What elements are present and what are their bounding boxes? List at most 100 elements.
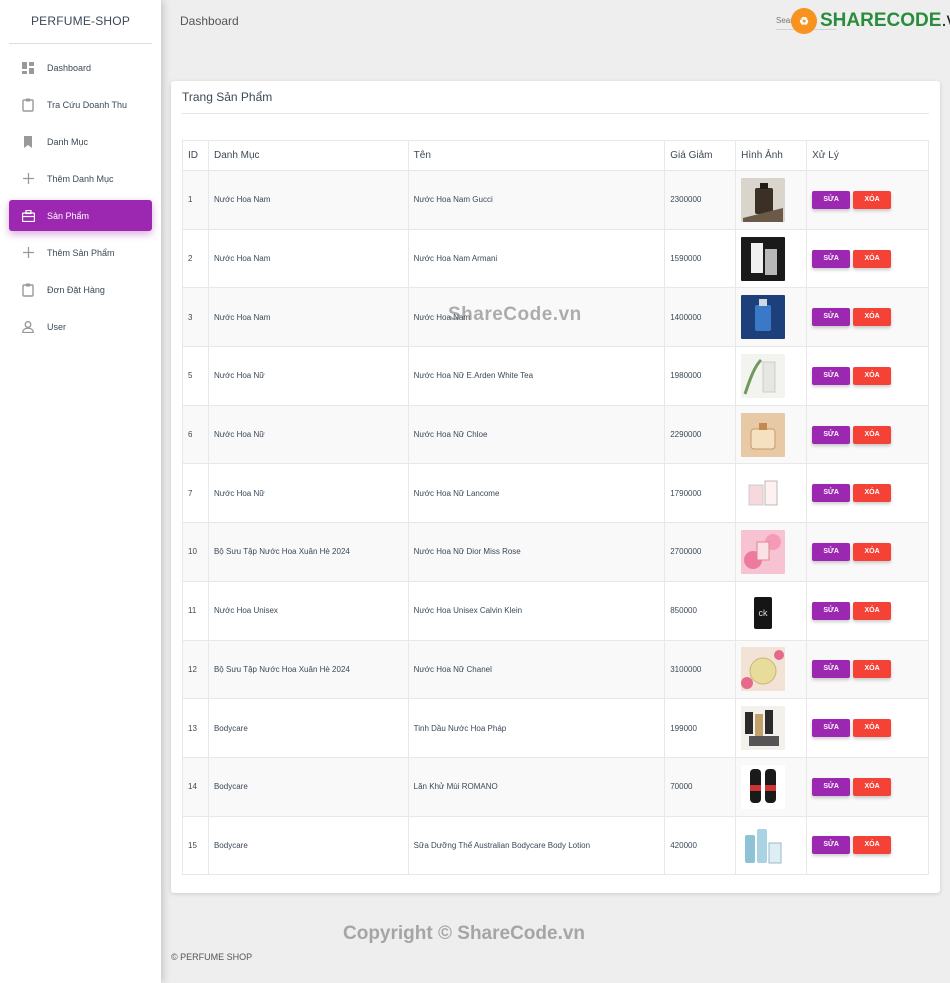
store-icon bbox=[21, 209, 35, 223]
sidebar-item-label: Danh Mục bbox=[47, 136, 89, 147]
edit-button[interactable]: SỬA bbox=[812, 308, 851, 327]
cell-action: SỬA XÓA bbox=[806, 639, 929, 700]
header-name: Tên bbox=[407, 140, 666, 171]
cell-price: 1790000 bbox=[664, 463, 737, 524]
brand-logo[interactable]: PERFUME-SHOP bbox=[9, 0, 152, 44]
header-image: Hình Ảnh bbox=[735, 140, 808, 171]
edit-button[interactable]: SỬA bbox=[812, 836, 851, 855]
sidebar-item-add-product[interactable]: Thêm Sản Phẩm bbox=[9, 237, 152, 268]
perfume-dior-image bbox=[741, 529, 786, 574]
cell-action: SỬA XÓA bbox=[806, 287, 929, 348]
cell-image bbox=[735, 639, 808, 700]
delete-button[interactable]: XÓA bbox=[853, 308, 892, 327]
cell-image bbox=[735, 756, 808, 817]
cell-id: 10 bbox=[182, 522, 209, 582]
svg-text:ck: ck bbox=[759, 608, 769, 618]
cell-name: Nước Hoa Unisex Calvin Klein bbox=[407, 580, 666, 641]
delete-button[interactable]: XÓA bbox=[853, 660, 892, 679]
cell-image bbox=[735, 228, 808, 289]
delete-button[interactable]: XÓA bbox=[853, 777, 892, 796]
cell-id: 11 bbox=[182, 580, 209, 641]
clipboard-icon bbox=[21, 98, 35, 112]
table-header-row: ID Danh Mục Tên Giá Giảm Hình Ảnh Xử Lý bbox=[182, 140, 929, 171]
edit-button[interactable]: SỬA bbox=[812, 601, 851, 620]
edit-button[interactable]: SỬA bbox=[812, 719, 851, 738]
cell-image bbox=[735, 698, 808, 758]
delete-button[interactable]: XÓA bbox=[853, 484, 892, 503]
user-icon bbox=[21, 320, 35, 334]
edit-button[interactable]: SỬA bbox=[812, 484, 851, 503]
cell-price: 1590000 bbox=[664, 228, 737, 289]
cell-image bbox=[735, 404, 808, 465]
sidebar-item-categories[interactable]: Danh Mục bbox=[9, 126, 152, 157]
watermark-logo-text: SHARECODE bbox=[820, 10, 942, 31]
perfume-white-tea-image bbox=[741, 353, 786, 398]
cell-price: 850000 bbox=[664, 580, 737, 641]
cell-price: 420000 bbox=[664, 815, 737, 876]
delete-button[interactable]: XÓA bbox=[853, 601, 892, 620]
card-title: Trang Sản Phẩm bbox=[182, 90, 273, 104]
sidebar-nav: Dashboard Tra Cứu Doanh Thu Danh Mục Thê… bbox=[0, 52, 161, 342]
table-row: 6 Nước Hoa Nữ Nước Hoa Nữ Chloe 2290000 SỬA X… bbox=[182, 404, 929, 465]
cell-price: 3100000 bbox=[664, 639, 737, 700]
table-row: 1 Nước Hoa Nam Nước Hoa Nam Gucci 2300000 SỬ… bbox=[182, 170, 929, 230]
perfume-ck-image: ck bbox=[741, 588, 786, 633]
watermark-logo-suffix: .vn bbox=[941, 10, 950, 31]
sidebar-item-products[interactable]: Sản Phẩm bbox=[9, 200, 152, 231]
cell-price: 2700000 bbox=[664, 522, 737, 582]
topbar: Dashboard ♻ SHARECODE.vn bbox=[161, 0, 950, 44]
sidebar-item-revenue[interactable]: Tra Cứu Doanh Thu bbox=[9, 89, 152, 120]
edit-button[interactable]: SỬA bbox=[812, 425, 851, 444]
delete-button[interactable]: XÓA bbox=[853, 836, 892, 855]
cell-image bbox=[735, 346, 808, 406]
cell-action: SỬA XÓA bbox=[806, 228, 929, 289]
delete-button[interactable]: XÓA bbox=[853, 425, 892, 444]
edit-button[interactable]: SỬA bbox=[812, 249, 851, 268]
delete-button[interactable]: XÓA bbox=[853, 366, 892, 385]
delete-button[interactable]: XÓA bbox=[853, 542, 892, 561]
table-row: 14 Bodycare Lăn Khử Mùi ROMANO 70000 SỬA XÓA bbox=[182, 756, 929, 817]
perfume-blue-image bbox=[741, 295, 786, 340]
delete-button[interactable]: XÓA bbox=[853, 719, 892, 738]
cell-action: SỬA XÓA bbox=[806, 522, 929, 582]
table-row: 13 Bodycare Tinh Dầu Nước Hoa Pháp 199000 SỬ… bbox=[182, 698, 929, 758]
cell-category: Nước Hoa Nữ bbox=[207, 404, 409, 465]
breadcrumb[interactable]: Dashboard bbox=[180, 14, 239, 28]
sidebar-item-user[interactable]: User bbox=[9, 311, 152, 342]
sidebar-item-label: Thêm Sản Phẩm bbox=[47, 247, 115, 258]
sidebar-item-orders[interactable]: Đơn Đặt Hàng bbox=[9, 274, 152, 305]
edit-button[interactable]: SỬA bbox=[812, 660, 851, 679]
sidebar-item-label: Dashboard bbox=[47, 62, 92, 73]
sidebar-item-label: Tra Cứu Doanh Thu bbox=[47, 99, 128, 110]
cell-name: Nước Hoa Nam Armani bbox=[407, 228, 666, 289]
edit-button[interactable]: SỬA bbox=[812, 190, 851, 209]
cell-action: SỬA XÓA bbox=[806, 815, 929, 876]
perfume-gucci-image bbox=[741, 177, 786, 222]
cell-action: SỬA XÓA bbox=[806, 580, 929, 641]
cell-image bbox=[735, 522, 808, 582]
table-row: 7 Nước Hoa Nữ Nước Hoa Nữ Lancome 1790000 SỬ… bbox=[182, 463, 929, 524]
sharecode-logo-icon: ♻ bbox=[791, 8, 817, 34]
cell-id: 5 bbox=[182, 346, 209, 406]
cell-image bbox=[735, 463, 808, 524]
cell-name: Tinh Dầu Nước Hoa Pháp bbox=[407, 698, 666, 758]
cell-id: 13 bbox=[182, 698, 209, 758]
sidebar-item-label: Thêm Danh Mục bbox=[47, 173, 114, 184]
table-row: 5 Nước Hoa Nữ Nước Hoa Nữ E.Arden White Te… bbox=[182, 346, 929, 406]
cell-name: Sữa Dưỡng Thể Australian Bodycare Body L… bbox=[407, 815, 666, 876]
edit-button[interactable]: SỬA bbox=[812, 777, 851, 796]
sidebar-item-add-category[interactable]: Thêm Danh Mục bbox=[9, 163, 152, 194]
delete-button[interactable]: XÓA bbox=[853, 249, 892, 268]
delete-button[interactable]: XÓA bbox=[853, 190, 892, 209]
edit-button[interactable]: SỬA bbox=[812, 366, 851, 385]
perfume-chloe-image bbox=[741, 412, 786, 457]
cell-category: Nước Hoa Nam bbox=[207, 287, 409, 348]
table-row: 2 Nước Hoa Nam Nước Hoa Nam Armani 1590000 S… bbox=[182, 228, 929, 289]
edit-button[interactable]: SỬA bbox=[812, 542, 851, 561]
cell-name: Nước Hoa Nữ E.Arden White Tea bbox=[407, 346, 666, 406]
header-id: ID bbox=[182, 140, 209, 171]
cell-id: 1 bbox=[182, 170, 209, 230]
sidebar-item-dashboard[interactable]: Dashboard bbox=[9, 52, 152, 83]
deodorant-romano-image bbox=[741, 764, 786, 809]
cell-action: SỬA XÓA bbox=[806, 463, 929, 524]
